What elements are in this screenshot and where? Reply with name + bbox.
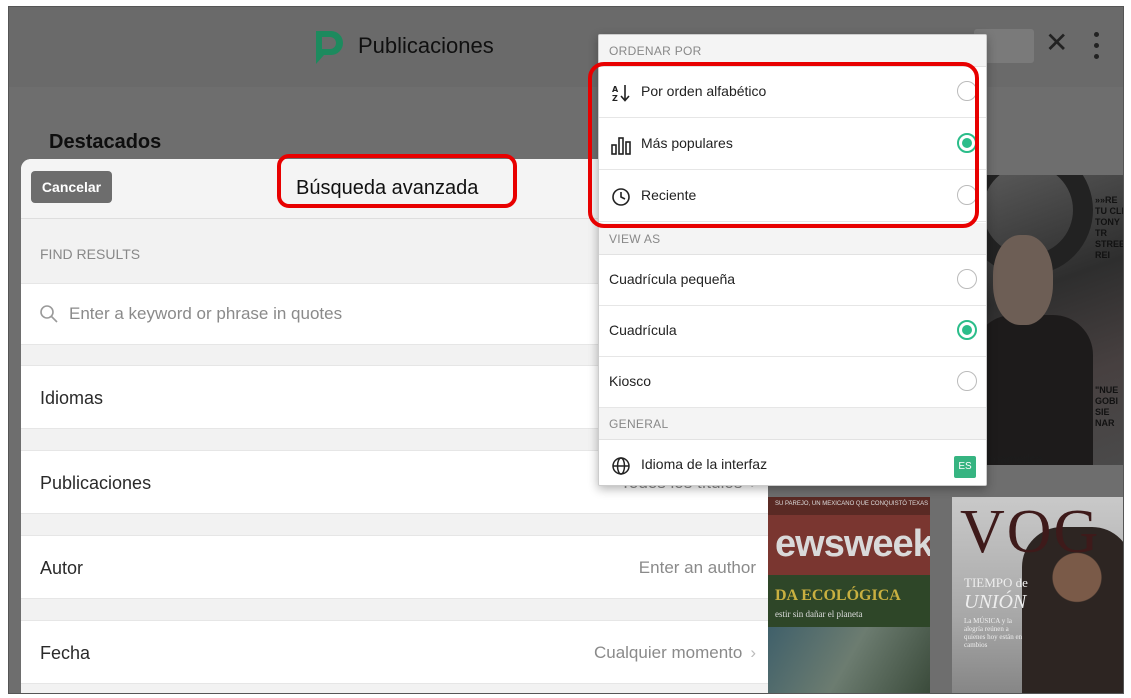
sort-option-label: Por orden alfabético [641, 83, 767, 99]
app-window: Publicaciones ✕ Destacados »»RE TU CLI T… [8, 6, 1124, 694]
globe-icon [612, 457, 630, 475]
cover-line-1: TIEMPO de [964, 575, 1028, 590]
filter-value: Cualquier momento › [594, 643, 756, 663]
cover-line-2: UNIÓN [964, 591, 1027, 613]
svg-text:Z: Z [612, 94, 618, 103]
radio-button[interactable] [957, 185, 977, 205]
cover-side-text-lower: "NUE GOBI SIE NAR [1095, 385, 1119, 428]
magazine-cover-right[interactable]: »»RE TU CLI TONY TR STREE REI "NUE GOBI … [963, 175, 1124, 465]
bar-chart-icon [611, 137, 631, 155]
app-logo-icon [316, 31, 343, 64]
magazine-cover-newsweek[interactable]: SU PAREJO, UN MEXICANO QUE CONQUISTÓ TEX… [765, 497, 930, 693]
radio-button[interactable] [957, 269, 977, 289]
filter-label: Publicaciones [40, 473, 152, 493]
cover-line-3: La MÚSICA y la alegría reúnen a quienes … [964, 617, 1023, 649]
cover-brand: VOG [960, 498, 1101, 566]
language-code-badge: ES [954, 456, 976, 478]
keyword-search-input[interactable] [69, 296, 669, 332]
menu-section-general: GENERAL [599, 408, 986, 440]
author-input-placeholder[interactable]: Enter an author [639, 558, 756, 578]
view-option-small-grid[interactable]: Cuadrícula pequeña [599, 255, 986, 306]
magazine-cover-vogue[interactable]: VOG TIEMPO de UNIÓN La MÚSICA y la alegr… [952, 497, 1123, 693]
svg-text:A: A [612, 85, 619, 94]
close-icon[interactable]: ✕ [1045, 29, 1068, 57]
filter-label: Fecha [40, 643, 91, 663]
view-option-label: Cuadrícula pequeña [609, 271, 736, 287]
interface-language-label: Idioma de la interfaz [641, 456, 768, 472]
cover-subline: estir sin dañar el planeta [775, 609, 863, 619]
find-results-label: FIND RESULTS [40, 246, 141, 262]
cancel-button[interactable]: Cancelar [31, 171, 112, 203]
section-label: VIEW AS [609, 232, 661, 246]
filter-label: Idiomas [40, 388, 104, 408]
sort-option-label: Reciente [641, 187, 697, 203]
search-icon [40, 305, 58, 323]
cover-brand: ewsweek [775, 523, 930, 565]
sheet-title: Búsqueda avanzada [296, 177, 479, 199]
view-option-grid[interactable]: Cuadrícula [599, 306, 986, 357]
section-label: GENERAL [609, 417, 669, 431]
view-option-label: Cuadrícula [609, 322, 677, 338]
cover-figure [973, 315, 1093, 465]
cover-top-line: SU PAREJO, UN MEXICANO QUE CONQUISTÓ TEX… [775, 501, 929, 507]
app-title: Publicaciones [358, 33, 494, 58]
clock-icon [612, 188, 630, 206]
radio-button[interactable] [957, 371, 977, 391]
sort-option-popular[interactable]: Más populares [599, 119, 986, 170]
filter-row-date[interactable]: Fecha Cualquier momento › [21, 620, 768, 684]
radio-button[interactable] [957, 81, 977, 101]
view-option-label: Kiosco [609, 373, 652, 389]
sort-option-label: Más populares [641, 135, 733, 151]
cover-side-text: »»RE TU CLI TONY TR STREE REI [1095, 195, 1124, 260]
filter-value-text: Cualquier momento [593, 643, 743, 662]
more-options-icon[interactable] [1091, 27, 1101, 67]
menu-section-sort: ORDENAR POR [599, 35, 986, 67]
section-label: ORDENAR POR [609, 44, 702, 58]
chevron-right-icon: › [750, 643, 756, 662]
featured-section-title: Destacados [49, 131, 162, 153]
cover-face [993, 235, 1053, 325]
sort-view-menu: ORDENAR POR A Z Por orden alfabético Más… [598, 34, 987, 486]
radio-button-selected[interactable] [957, 320, 977, 340]
sort-az-icon: A Z [612, 85, 630, 103]
filter-label: Autor [40, 558, 84, 578]
sort-option-recent[interactable]: Reciente [599, 171, 986, 222]
cover-headline: DA ECOLÓGICA [775, 587, 901, 604]
radio-button-selected[interactable] [957, 133, 977, 153]
cover-image [765, 627, 930, 693]
interface-language-option[interactable]: Idioma de la interfaz ES [599, 440, 986, 485]
view-option-kiosk[interactable]: Kiosco [599, 357, 986, 408]
menu-section-view: VIEW AS [599, 223, 986, 255]
sort-option-alphabetical[interactable]: A Z Por orden alfabético [599, 67, 986, 118]
filter-row-author[interactable]: Autor Enter an author [21, 535, 768, 599]
